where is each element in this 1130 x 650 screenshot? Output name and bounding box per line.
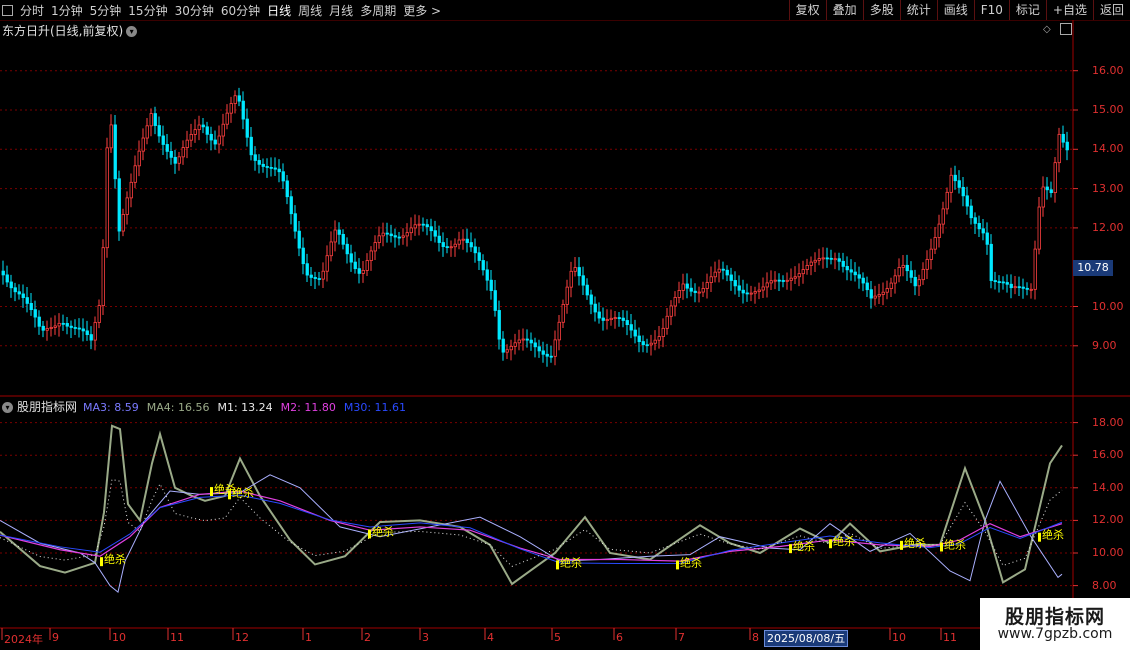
signal-bar-9 — [940, 542, 943, 552]
date-label-5: 1 — [305, 631, 312, 644]
price-tick-0: 16.00 — [1092, 63, 1124, 77]
signal-label-3: 绝杀 — [372, 524, 394, 538]
signal-label-7: 绝杀 — [833, 534, 855, 548]
signal-bar-8 — [900, 540, 903, 550]
date-label-7: 3 — [422, 631, 429, 644]
signal-label-8: 绝杀 — [904, 536, 926, 550]
price-tick-1: 15.00 — [1092, 103, 1124, 116]
date-label-12: 8 — [752, 631, 759, 644]
signal-label-5: 绝杀 — [680, 555, 702, 569]
date-label-14: 11 — [943, 631, 957, 644]
date-label-6: 2 — [364, 631, 371, 644]
signal-bar-4 — [556, 560, 559, 570]
signal-bar-0 — [100, 557, 103, 567]
date-label-1: 9 — [52, 631, 59, 644]
date-label-3: 11 — [170, 631, 184, 644]
signal-bar-10 — [1038, 532, 1041, 542]
watermark-title: 股朋指标网 — [1004, 606, 1105, 628]
signal-label-9: 绝杀 — [944, 537, 966, 551]
price-tick-3: 13.00 — [1092, 181, 1124, 195]
indicator-tick-5: 8.00 — [1092, 578, 1117, 592]
date-label-8: 4 — [487, 631, 494, 644]
signal-label-6: 绝杀 — [793, 539, 815, 553]
signal-label-2: 绝杀 — [232, 485, 254, 499]
price-tick-5: 10.00 — [1092, 299, 1124, 313]
price-tick-6: 9.00 — [1092, 338, 1117, 352]
signal-label-4: 绝杀 — [560, 555, 582, 569]
indicator-tick-1: 16.00 — [1092, 448, 1124, 462]
price-tick-4: 12.00 — [1092, 220, 1124, 234]
indicator-tick-0: 18.00 — [1092, 415, 1124, 429]
signal-bar-3 — [368, 529, 371, 539]
indicator-tick-2: 14.00 — [1092, 480, 1124, 494]
chart-canvas: 绝杀绝杀绝杀绝杀绝杀 绝杀绝杀 绝杀 绝杀 绝杀绝杀 — [0, 20, 1130, 640]
watermark: 股朋指标网 www.7gpzb.com — [980, 598, 1130, 650]
date-label-13: 10 — [892, 631, 906, 644]
signal-label-10: 绝杀 — [1042, 528, 1064, 542]
date-label-4: 12 — [235, 631, 249, 644]
price-tick-2: 14.00 — [1092, 142, 1124, 156]
date-label-2: 10 — [112, 631, 126, 644]
date-label-9: 5 — [554, 631, 561, 644]
signal-bar-5 — [676, 560, 679, 570]
watermark-url: www.7gpzb.com — [997, 626, 1113, 642]
date-label-10: 6 — [616, 631, 623, 644]
indicator-tick-4: 10.00 — [1092, 546, 1124, 559]
signal-label-0: 绝杀 — [104, 552, 126, 566]
signal-bar-7 — [829, 539, 832, 549]
date-label-0: 2024年 — [4, 633, 43, 646]
current-price-box: 10.78 — [1073, 260, 1113, 276]
date-label-11: 7 — [678, 631, 685, 644]
signal-bar-2 — [228, 490, 231, 500]
date-cursor-label: 2025/08/08/五 — [764, 630, 849, 647]
signal-bar-6 — [789, 544, 792, 554]
signal-bar-1 — [210, 487, 213, 497]
indicator-tick-3: 12.00 — [1092, 513, 1124, 527]
